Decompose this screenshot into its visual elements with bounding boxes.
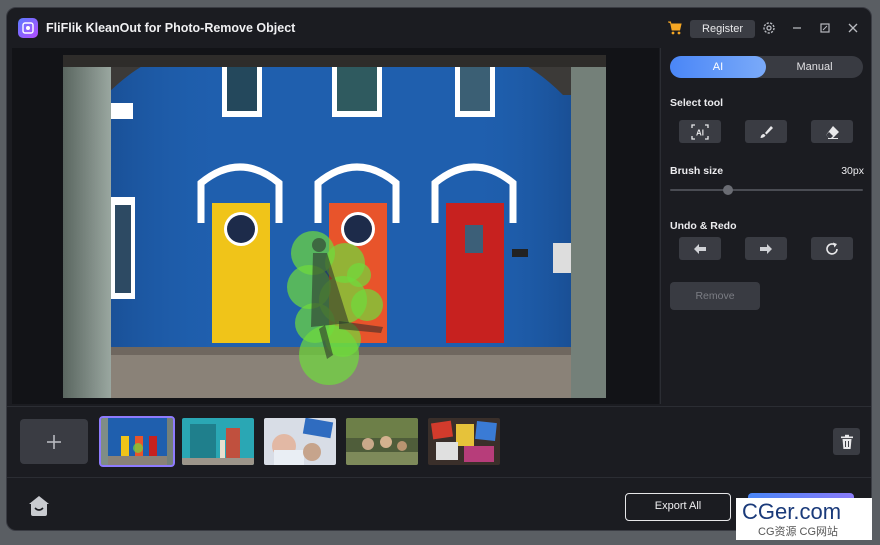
eraser-tool-button[interactable] [811, 120, 853, 143]
settings-gear-icon[interactable] [761, 20, 777, 36]
eraser-icon [826, 125, 839, 139]
thumbnail-4[interactable] [346, 418, 418, 465]
thumbnail-5[interactable] [428, 418, 500, 465]
cart-icon[interactable] [667, 20, 683, 36]
thumbnail-2[interactable] [182, 418, 254, 465]
mode-ai-tab[interactable]: AI [670, 56, 766, 78]
remove-button[interactable]: Remove [670, 282, 760, 310]
app-logo-icon [18, 18, 38, 38]
editing-canvas[interactable] [12, 48, 659, 404]
edited-photo[interactable] [63, 55, 606, 398]
undo-arrow-icon [694, 243, 706, 254]
thumbnail-image [264, 418, 336, 465]
thumbnail-image [182, 418, 254, 465]
thumbnail-strip [7, 406, 871, 478]
brush-icon [760, 125, 773, 138]
home-icon [29, 496, 49, 516]
watermark-line-1: CGer.com [742, 499, 842, 524]
maximize-icon[interactable] [817, 20, 833, 36]
tool-panel: AI Manual Select tool AI Brush size 30px… [660, 48, 871, 404]
brush-tool-button[interactable] [745, 120, 787, 143]
thumbnail-image [346, 418, 418, 465]
refresh-icon [826, 242, 838, 255]
brush-size-slider-track[interactable] [670, 189, 863, 191]
brush-size-value: 30px [841, 165, 864, 177]
undo-redo-label: Undo & Redo [670, 220, 737, 232]
add-image-button[interactable] [20, 419, 88, 464]
undo-button[interactable] [679, 237, 721, 260]
mode-manual-tab[interactable]: Manual [766, 56, 863, 78]
photo-illustration [63, 55, 606, 398]
watermark: CGer.com CG资源 CG网站 [736, 498, 872, 540]
home-button[interactable] [27, 494, 51, 518]
close-icon[interactable] [845, 20, 861, 36]
reset-button[interactable] [811, 237, 853, 260]
title-bar: FliFlik KleanOut for Photo-Remove Object… [7, 8, 871, 48]
minimize-icon[interactable] [789, 20, 805, 36]
mode-toggle: AI Manual [670, 56, 863, 78]
app-window: FliFlik KleanOut for Photo-Remove Object… [6, 7, 872, 531]
register-button[interactable]: Register [690, 20, 755, 38]
ai-box-icon: AI [691, 123, 709, 140]
ai-select-tool-button[interactable]: AI [679, 120, 721, 143]
trash-icon [840, 434, 853, 449]
thumbnail-image [101, 418, 173, 465]
thumbnail-3[interactable] [264, 418, 336, 465]
watermark-line-2: CG资源 CG网站 [758, 526, 839, 538]
export-all-button[interactable]: Export All [625, 493, 731, 521]
brush-size-label: Brush size [670, 165, 724, 177]
thumbnail-1[interactable] [99, 416, 175, 467]
svg-text:AI: AI [696, 128, 704, 137]
thumbnail-image [428, 418, 500, 465]
redo-button[interactable] [745, 237, 787, 260]
delete-image-button[interactable] [833, 428, 860, 455]
app-title: FliFlik KleanOut for Photo-Remove Object [46, 21, 296, 35]
brush-size-slider-thumb[interactable] [722, 185, 733, 195]
plus-icon [47, 434, 61, 449]
redo-arrow-icon [760, 243, 772, 254]
select-tool-label: Select tool [670, 97, 724, 109]
